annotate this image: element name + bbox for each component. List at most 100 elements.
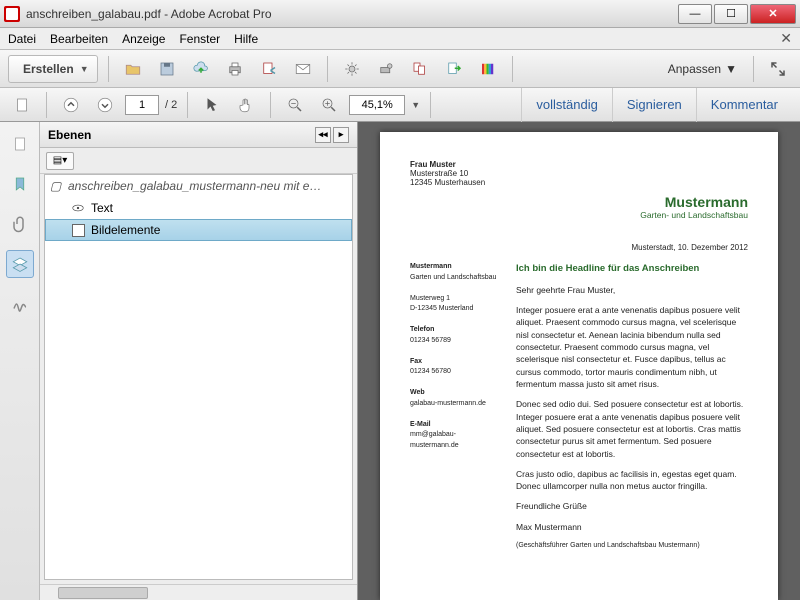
- zoom-input[interactable]: [349, 95, 405, 115]
- nav-thumbnails[interactable]: [6, 130, 34, 158]
- layers-tree[interactable]: ▢ anschreiben_galabau_mustermann-neu mit…: [44, 174, 353, 580]
- menu-anzeige[interactable]: Anzeige: [122, 32, 165, 46]
- floppy-icon: [158, 60, 176, 78]
- arrow-up-icon: [62, 96, 80, 114]
- nav-toolbar: / 2 ▼ vollständig Signieren Kommentar: [0, 88, 800, 122]
- gear-icon: [343, 60, 361, 78]
- panel-title: Ebenen: [48, 128, 91, 142]
- expand-icon: [769, 60, 787, 78]
- paragraph-1: Integer posuere erat a ante venenatis da…: [516, 304, 748, 390]
- create-button[interactable]: Erstellen ▼: [8, 55, 98, 83]
- print-button[interactable]: [221, 56, 249, 82]
- scroll-thumb[interactable]: [58, 587, 148, 599]
- signature-name: Max Mustermann: [516, 521, 748, 533]
- combine-button[interactable]: [406, 56, 434, 82]
- salutation: Sehr geehrte Frau Muster,: [516, 284, 748, 296]
- layer-text[interactable]: Text: [45, 197, 352, 219]
- panel-prev-button[interactable]: ◂◂: [315, 127, 331, 143]
- bookmark-icon: [11, 175, 29, 193]
- menu-bar: Datei Bearbeiten Anzeige Fenster Hilfe ✕: [0, 28, 800, 50]
- select-tool-button[interactable]: [198, 92, 226, 118]
- menu-bearbeiten[interactable]: Bearbeiten: [50, 32, 108, 46]
- zoom-dropdown-icon[interactable]: ▼: [411, 100, 420, 110]
- chevron-down-icon: ▼: [80, 64, 89, 74]
- page-number-input[interactable]: [125, 95, 159, 115]
- maximize-button[interactable]: ☐: [714, 4, 748, 24]
- layers-panel: Ebenen ◂◂ ▸ ▤▾ ▢ anschreiben_galabau_mus…: [40, 122, 358, 600]
- email-button[interactable]: [289, 56, 317, 82]
- layer-images[interactable]: Bildelemente: [45, 219, 352, 241]
- link-sign[interactable]: Signieren: [612, 88, 696, 122]
- menu-datei[interactable]: Datei: [8, 32, 36, 46]
- page-icon: [13, 96, 31, 114]
- brand-name: Mustermann: [640, 194, 748, 210]
- nav-layers[interactable]: [6, 250, 34, 278]
- layer-root-label: anschreiben_galabau_mustermann-neu mit e…: [68, 179, 321, 193]
- link-comment[interactable]: Kommentar: [696, 88, 792, 122]
- brand-sub: Garten- und Landschaftsbau: [640, 210, 748, 220]
- layer-root[interactable]: ▢ anschreiben_galabau_mustermann-neu mit…: [45, 175, 352, 197]
- gear-print-icon: [377, 60, 395, 78]
- cloud-upload-icon: [192, 60, 210, 78]
- cloud-button[interactable]: [187, 56, 215, 82]
- content-area: Ebenen ◂◂ ▸ ▤▾ ▢ anschreiben_galabau_mus…: [0, 122, 800, 600]
- nav-bookmarks[interactable]: [6, 170, 34, 198]
- share-button[interactable]: [255, 56, 283, 82]
- page-total-label: / 2: [165, 99, 177, 111]
- folder-open-icon: [124, 60, 142, 78]
- letter-date: Musterstadt, 10. Dezember 2012: [410, 243, 748, 252]
- zoom-out-icon: [286, 96, 304, 114]
- link-fullview[interactable]: vollständig: [521, 88, 611, 122]
- panel-hscrollbar[interactable]: [40, 584, 357, 600]
- menu-fenster[interactable]: Fenster: [179, 32, 220, 46]
- signature-sub: (Geschäftsführer Garten und Landschaftsb…: [516, 541, 748, 551]
- hand-tool-button[interactable]: [232, 92, 260, 118]
- export-icon: [445, 60, 463, 78]
- chevron-down-icon: ▼: [725, 62, 737, 76]
- recipient-street: Musterstraße 10: [410, 169, 748, 178]
- nav-rail: [0, 122, 40, 600]
- gear-button[interactable]: [338, 56, 366, 82]
- show-pages-button[interactable]: [8, 92, 36, 118]
- menu-hilfe[interactable]: Hilfe: [234, 32, 258, 46]
- page-thumb-icon: [11, 135, 29, 153]
- hand-icon: [237, 96, 255, 114]
- customize-button[interactable]: Anpassen ▼: [662, 62, 743, 76]
- eye-icon: [71, 201, 85, 215]
- main-toolbar: Erstellen ▼ Anpassen ▼: [0, 50, 800, 88]
- closing: Freundliche Grüße: [516, 500, 748, 512]
- close-document-icon[interactable]: ✕: [780, 30, 792, 47]
- panel-options-button[interactable]: ▤▾: [46, 152, 74, 170]
- save-button[interactable]: [153, 56, 181, 82]
- zoom-out-button[interactable]: [281, 92, 309, 118]
- sender-block: Mustermann Garten und Landschaftsbau Mus…: [410, 262, 502, 559]
- minimize-button[interactable]: —: [678, 4, 712, 24]
- zoom-in-button[interactable]: [315, 92, 343, 118]
- layer-text-label: Text: [91, 201, 113, 215]
- nav-attachments[interactable]: [6, 210, 34, 238]
- gear-print-button[interactable]: [372, 56, 400, 82]
- layers-icon: [11, 255, 29, 273]
- panel-next-button[interactable]: ▸: [333, 127, 349, 143]
- title-bar: anschreiben_galabau.pdf - Adobe Acrobat …: [0, 0, 800, 28]
- paragraph-2: Donec sed odio dui. Sed posuere consecte…: [516, 398, 748, 460]
- fullscreen-button[interactable]: [764, 56, 792, 82]
- export-button[interactable]: [440, 56, 468, 82]
- arrow-down-icon: [96, 96, 114, 114]
- combine-pdf-icon: [411, 60, 429, 78]
- cursor-icon: [203, 96, 221, 114]
- visibility-checkbox[interactable]: [72, 224, 85, 237]
- paperclip-icon: [11, 215, 29, 233]
- color-button[interactable]: [474, 56, 502, 82]
- nav-signatures[interactable]: [6, 290, 34, 318]
- signature-icon: [11, 295, 29, 313]
- page-down-button[interactable]: [91, 92, 119, 118]
- open-button[interactable]: [119, 56, 147, 82]
- envelope-icon: [294, 60, 312, 78]
- paragraph-3: Cras justo odio, dapibus ac facilisis in…: [516, 468, 748, 493]
- page-up-button[interactable]: [57, 92, 85, 118]
- close-button[interactable]: ✕: [750, 4, 796, 24]
- window-title: anschreiben_galabau.pdf - Adobe Acrobat …: [26, 7, 272, 21]
- document-viewport[interactable]: Frau Muster Musterstraße 10 12345 Muster…: [358, 122, 800, 600]
- letter-headline: Ich bin die Headline für das Anschreiben: [516, 262, 748, 276]
